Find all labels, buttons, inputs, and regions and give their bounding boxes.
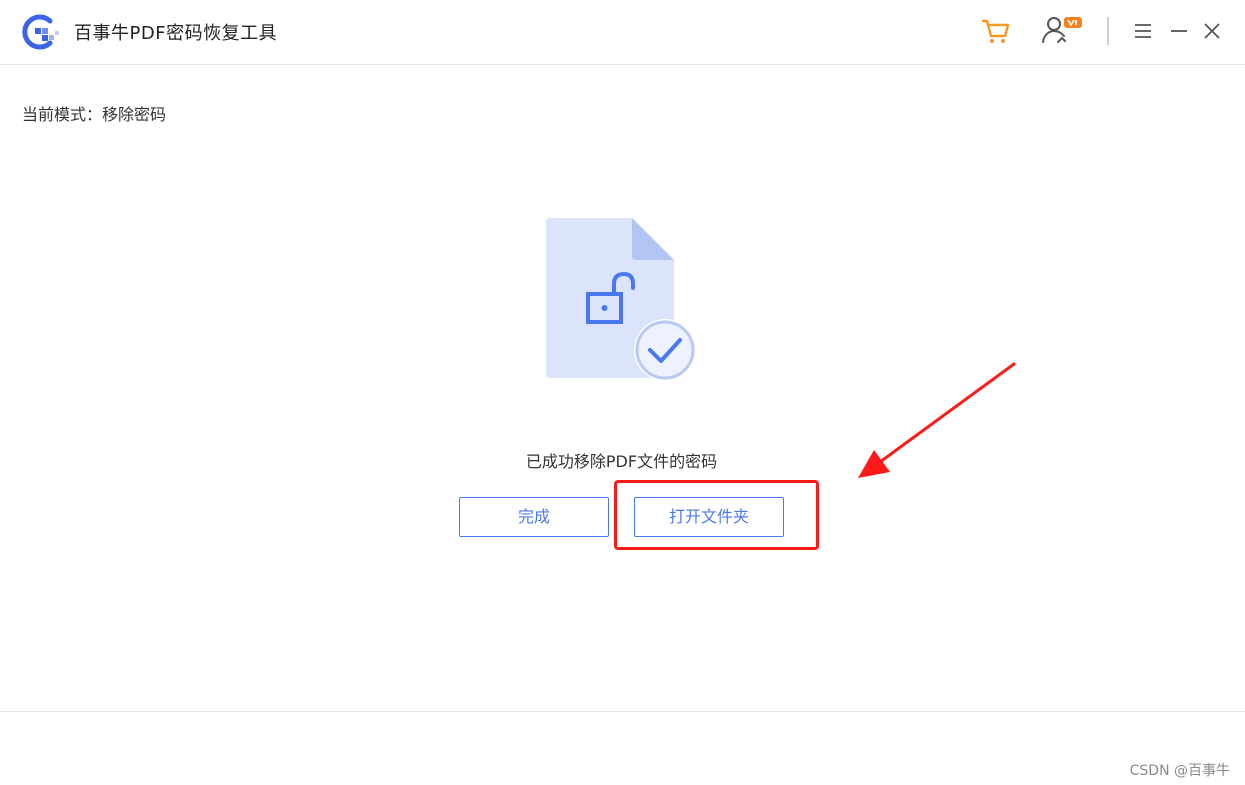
success-message: 已成功移除PDF文件的密码 (0, 448, 1245, 472)
footer-divider (0, 711, 1245, 712)
minimize-icon[interactable] (1167, 14, 1191, 48)
app-logo-icon (22, 14, 59, 50)
annotation-arrow-icon (858, 362, 1016, 478)
unlocked-document-check-icon (546, 218, 696, 381)
current-mode-label: 当前模式：移除密码 (22, 105, 167, 124)
annotation-highlight-box (614, 480, 819, 550)
title-bar-divider (1107, 17, 1109, 45)
close-icon[interactable] (1200, 14, 1224, 48)
shopping-cart-icon[interactable] (979, 14, 1013, 48)
title-bar: 百事牛PDF密码恢复工具 (0, 0, 1245, 65)
menu-icon[interactable] (1131, 14, 1155, 48)
done-button[interactable]: 完成 (459, 497, 609, 537)
app-title: 百事牛PDF密码恢复工具 (74, 23, 278, 44)
success-message-text: 已成功移除PDF文件的密码 (525, 452, 718, 471)
user-vip-icon[interactable] (1040, 14, 1086, 48)
csdn-watermark: CSDN @百事牛 (1129, 763, 1230, 779)
